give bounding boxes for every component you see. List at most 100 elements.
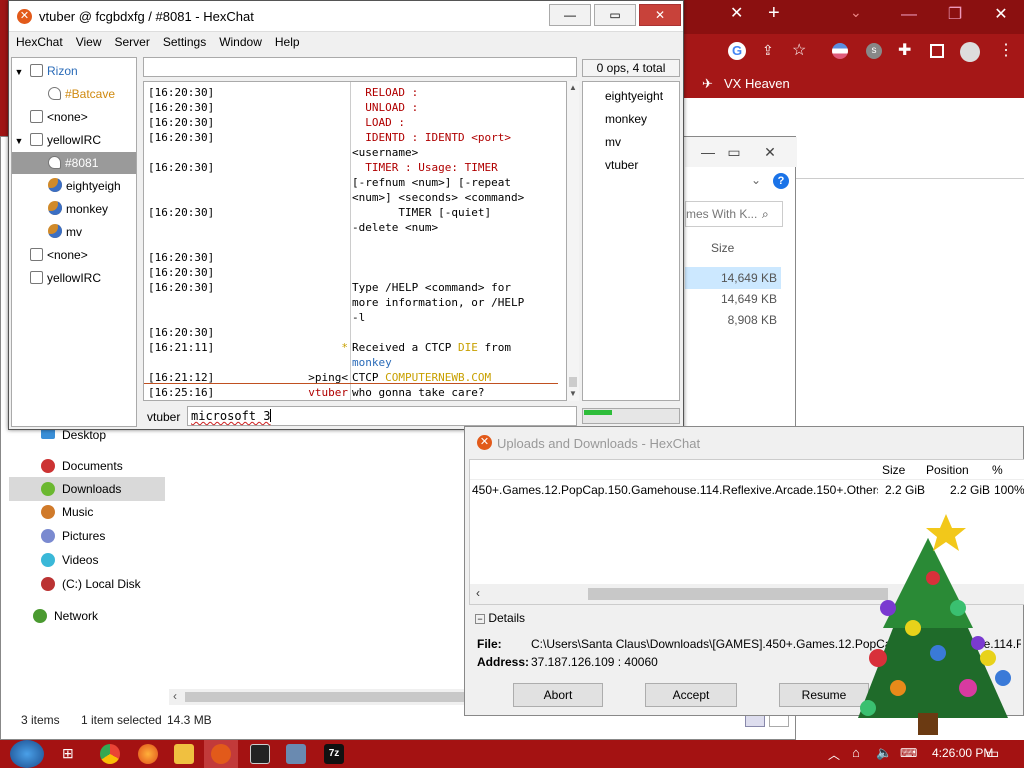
monitor-icon[interactable]	[286, 744, 306, 764]
column-header-size[interactable]: Size	[711, 241, 734, 255]
menu-settings[interactable]: Settings	[156, 32, 212, 49]
menu-help[interactable]: Help	[268, 32, 306, 49]
column-header-position[interactable]: Position	[926, 463, 969, 477]
keyboard-icon[interactable]: ⌨	[900, 746, 917, 760]
tree-server-rizon[interactable]: ▼ Rizon	[12, 60, 136, 82]
abort-button[interactable]: Abort	[513, 683, 603, 707]
bookmark-vx-heaven[interactable]: VX Heaven	[724, 76, 790, 91]
maximize-icon[interactable]: ❐	[932, 0, 978, 30]
chevron-down-icon[interactable]: ⌄	[751, 173, 761, 187]
topic-input[interactable]	[143, 57, 577, 77]
start-button[interactable]	[10, 740, 44, 768]
videos-icon	[41, 553, 55, 567]
chevron-up-icon[interactable]: ︿	[828, 746, 840, 763]
tree-user-monkey[interactable]: monkey	[12, 198, 136, 220]
new-tab-icon[interactable]: +	[768, 3, 786, 23]
menu-window[interactable]: Window	[212, 32, 268, 49]
accept-button[interactable]: Accept	[645, 683, 737, 707]
help-icon[interactable]: ?	[773, 173, 789, 189]
nav-item-local-disk[interactable]: (C:) Local Disk	[9, 573, 165, 597]
more-menu-icon[interactable]: ⋮	[998, 40, 1014, 60]
horizontal-scrollbar[interactable]: ‹	[169, 689, 469, 705]
chat-timestamp: [16:21:11]	[148, 341, 215, 354]
task-view-icon[interactable]: ⊞	[62, 745, 74, 762]
nav-item-pictures[interactable]: Pictures	[9, 525, 165, 549]
chevron-down-icon[interactable]: ⌄	[850, 4, 862, 21]
nav-item-desktop[interactable]: Desktop	[9, 427, 165, 455]
avatar[interactable]	[960, 42, 980, 62]
user-list-item[interactable]: mv	[605, 135, 621, 149]
menu-server[interactable]: Server	[107, 32, 155, 49]
minimize-button[interactable]: —	[549, 4, 591, 26]
close-button[interactable]: ✕	[639, 4, 681, 26]
side-panel-icon[interactable]	[930, 44, 944, 58]
menu-hexchat[interactable]: HexChat	[9, 32, 69, 49]
tree-server-yellowirc[interactable]: ▼ yellowIRC	[12, 129, 136, 151]
menu-view[interactable]: View	[69, 32, 108, 49]
address-value: 37.187.126.109 : 40060	[531, 655, 658, 669]
chat-message: more information, or /HELP	[352, 296, 525, 309]
chat-scrollbar[interactable]: ▲ ▼	[567, 81, 579, 401]
server-icon	[30, 133, 43, 146]
notifications-icon[interactable]: ▭	[986, 745, 999, 762]
chat-area[interactable]: [16:20:30] RELOAD : [16:20:30] UNLOAD : [1…	[143, 81, 567, 401]
scrollbar-thumb[interactable]	[569, 377, 577, 387]
nav-item-videos[interactable]: Videos	[9, 549, 165, 573]
search-input[interactable]: mes With K... ⌕	[685, 201, 783, 227]
tree-user-mv[interactable]: mv	[12, 221, 136, 243]
file-explorer-icon[interactable]	[174, 744, 194, 764]
close-icon[interactable]: ✕	[747, 137, 793, 167]
scrollbar-thumb[interactable]	[185, 692, 465, 702]
nav-item-network[interactable]: Network	[9, 605, 165, 629]
user-list-item[interactable]: eightyeight	[605, 89, 663, 103]
close-tab-icon[interactable]: ✕	[730, 6, 746, 22]
minimize-icon[interactable]: —	[886, 0, 932, 30]
chat-timestamp: [16:20:30]	[148, 266, 215, 279]
tree-user-eightyeigh[interactable]: eightyeigh	[12, 175, 136, 197]
tree-channel-batcave[interactable]: #Batcave	[12, 83, 136, 105]
clock[interactable]: 4:26:00 PM	[932, 746, 993, 760]
close-icon[interactable]: ✕	[978, 0, 1024, 30]
scroll-left-icon[interactable]: ‹	[173, 689, 177, 703]
column-header-percent[interactable]: %	[992, 463, 1003, 477]
terminal-icon[interactable]	[250, 744, 270, 764]
scroll-down-icon[interactable]: ▼	[569, 389, 577, 398]
chat-nick[interactable]: vtuber	[232, 385, 348, 400]
network-status-icon[interactable]: ⌂	[852, 745, 860, 760]
user-list-item[interactable]: vtuber	[605, 158, 638, 172]
scroll-up-icon[interactable]: ▲	[569, 83, 577, 92]
seven-zip-icon[interactable]: 7z	[324, 744, 344, 764]
scroll-left-icon[interactable]: ‹	[476, 586, 480, 600]
user-list-item[interactable]: monkey	[605, 112, 647, 126]
tree-channel-8081[interactable]: #8081	[12, 152, 136, 174]
hexchat-logo-icon: ✕	[17, 9, 32, 24]
nav-item-downloads[interactable]: Downloads	[9, 477, 165, 501]
puzzle-icon[interactable]: ✚	[898, 40, 911, 60]
maximize-button[interactable]: ▭	[594, 4, 636, 26]
tree-server-yellowirc-2[interactable]: yellowIRC	[12, 267, 136, 289]
input-nick-button[interactable]: vtuber	[147, 410, 180, 424]
column-header-size[interactable]: Size	[882, 463, 905, 477]
share-icon[interactable]: ⇪	[762, 42, 774, 59]
details-expander[interactable]: − Details	[475, 611, 525, 625]
chat-nick[interactable]: monkey	[232, 400, 348, 401]
message-input[interactable]: microsoft 3	[187, 406, 577, 426]
chat-nick[interactable]: *	[232, 340, 348, 355]
collapse-icon[interactable]: ▼	[12, 61, 26, 83]
google-icon[interactable]: G	[728, 42, 746, 60]
nav-item-music[interactable]: Music	[9, 501, 165, 525]
table-row[interactable]: 450+.Games.12.PopCap.150.Gamehouse.114.R…	[470, 481, 1024, 501]
firefox-icon[interactable]	[138, 744, 158, 764]
chrome-icon[interactable]	[100, 744, 120, 764]
extension-flag-icon[interactable]	[832, 43, 848, 59]
hexchat-taskbar-button[interactable]	[204, 740, 238, 768]
collapse-icon[interactable]: ▼	[12, 130, 26, 152]
tree-server-none-2[interactable]: <none>	[12, 244, 136, 266]
volume-icon[interactable]: 🔈	[876, 745, 892, 761]
nav-item-documents[interactable]: Documents	[9, 455, 165, 479]
chat-timestamp: [16:20:30]	[148, 101, 215, 114]
bookmark-star-icon[interactable]: ☆	[792, 40, 806, 60]
extension-s-icon[interactable]: s	[866, 43, 882, 59]
chat-timestamp: [16:20:30]	[148, 116, 215, 129]
tree-server-none[interactable]: <none>	[12, 106, 136, 128]
